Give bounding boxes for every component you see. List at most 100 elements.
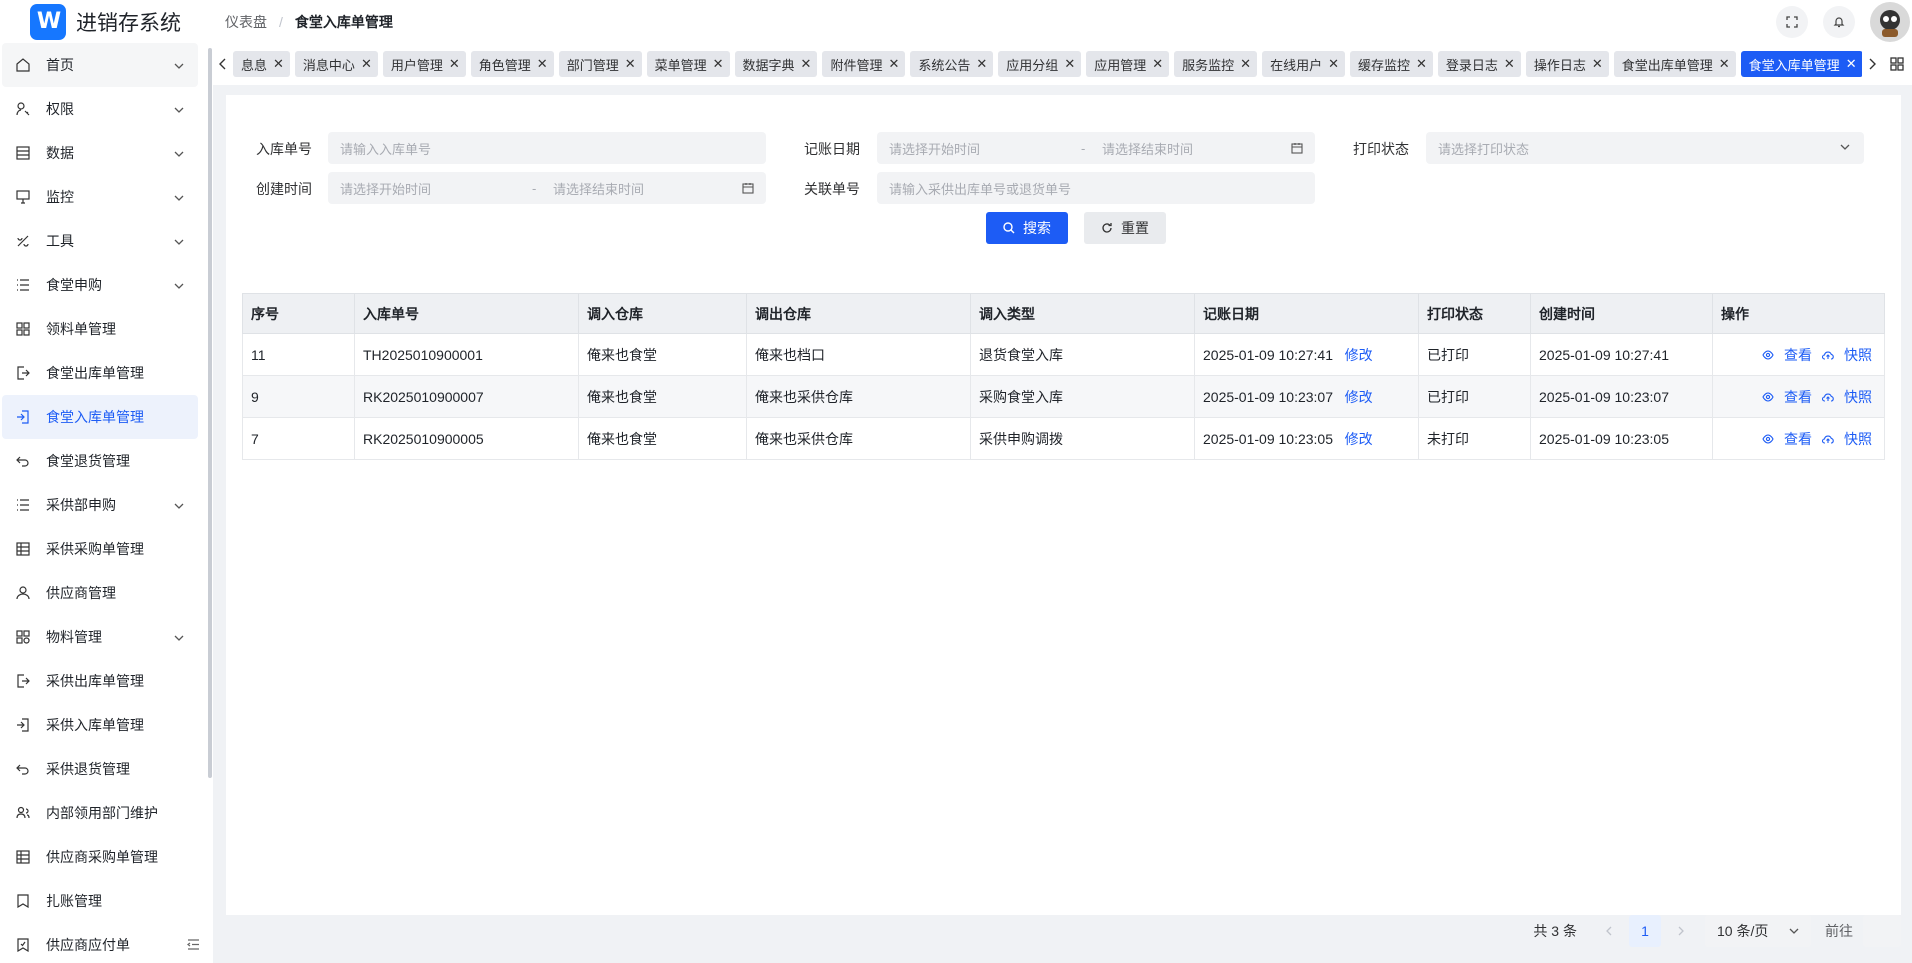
tab-0[interactable]: 息息 ✕ [233,51,290,77]
tab-15[interactable]: 操作日志 ✕ [1525,51,1609,77]
sidebar-item-11[interactable]: 采供采购单管理 [2,527,198,571]
close-icon[interactable]: ✕ [273,56,284,72]
close-icon[interactable]: ✕ [1240,56,1251,72]
edit-date-link[interactable]: 修改 [1345,431,1373,447]
reset-button-label: 重置 [1121,220,1149,236]
sidebar-item-12[interactable]: 供应商管理 [2,571,198,615]
table-row[interactable]: 11 TH2025010900001 俺来也食堂 俺来也档口 退货食堂入库 2025-01… [242,333,1885,376]
page-size-select[interactable]: 10 条/页 [1705,915,1811,947]
sidebar-item-7[interactable]: 食堂出库单管理 [2,351,198,395]
sidebar-item-9[interactable]: 食堂退货管理 [2,439,198,483]
sidebar-item-19[interactable]: 扎账管理 [2,879,198,923]
created-end[interactable]: 请选择结束时间 [553,179,644,198]
sidebar-item-17[interactable]: 内部领用部门维护 [2,791,198,835]
print-status-select[interactable]: 请选择打印状态 [1426,132,1864,164]
snapshot-button[interactable]: 快照 [1822,345,1872,365]
tab-5[interactable]: 菜单管理 ✕ [646,51,730,77]
prev-page-button[interactable] [1595,923,1623,939]
sidebar-item-15[interactable]: 采供入库单管理 [2,703,198,747]
close-icon[interactable]: ✕ [801,56,812,72]
table-row[interactable]: 7 RK2025010900005 俺来也食堂 俺来也采供仓库 采供申购调拨 2025-0… [242,417,1885,460]
sidebar-item-5[interactable]: 食堂申购 [2,263,198,307]
sidebar-item-3[interactable]: 监控 [2,175,198,219]
tab-2[interactable]: 用户管理 ✕ [382,51,466,77]
sidebar-scrollbar[interactable] [208,48,212,778]
created-time-range[interactable]: 请选择开始时间 - 请选择结束时间 [328,172,766,204]
close-icon[interactable]: ✕ [1592,56,1603,72]
close-icon[interactable]: ✕ [976,56,987,72]
inbound-no-input[interactable]: 请输入入库单号 [328,132,766,164]
close-icon[interactable]: ✕ [1064,56,1075,72]
bookkeeping-date-range[interactable]: 请选择开始时间 - 请选择结束时间 [877,132,1315,164]
table-row[interactable]: 9 RK2025010900007 俺来也食堂 俺来也采供仓库 采购食堂入库 2025-0… [242,375,1885,418]
goto-page-input[interactable] [1863,915,1901,947]
tab-8[interactable]: 系统公告 ✕ [910,51,994,77]
fullscreen-button[interactable] [1776,5,1808,38]
tab-1[interactable]: 消息中心 ✕ [294,51,378,77]
tab-7[interactable]: 附件管理 ✕ [822,51,906,77]
notification-button[interactable] [1823,5,1855,38]
sidebar-item-13[interactable]: 物料管理 [2,615,198,659]
sidebar-item-20[interactable]: 供应商应付单 [2,923,198,963]
tab-17[interactable]: 食堂入库单管理 ✕ [1740,51,1862,77]
tab-13[interactable]: 缓存监控 ✕ [1349,51,1433,77]
close-icon[interactable]: ✕ [888,56,899,72]
sidebar-item-10[interactable]: 采供部申购 [2,483,198,527]
tab-9[interactable]: 应用分组 ✕ [998,51,1082,77]
related-no-input[interactable]: 请输入采供出库单号或退货单号 [877,172,1315,204]
sidebar-item-6[interactable]: 领料单管理 [2,307,198,351]
sidebar-item-8[interactable]: 食堂入库单管理 [2,395,198,439]
tab-scroll-right[interactable] [1862,58,1882,70]
close-icon[interactable]: ✕ [449,56,460,72]
tab-6[interactable]: 数据字典 ✕ [734,51,818,77]
eye-icon [1762,349,1774,360]
tab-10[interactable]: 应用管理 ✕ [1086,51,1170,77]
close-icon[interactable]: ✕ [1416,56,1427,72]
reset-button[interactable]: 重置 [1084,212,1166,244]
cloud-upload-icon [1822,393,1834,402]
sidebar-item-4[interactable]: 工具 [2,219,198,263]
view-button[interactable]: 查看 [1762,387,1812,407]
close-icon[interactable]: ✕ [361,56,372,72]
created-start[interactable]: 请选择开始时间 [340,179,431,198]
tab-3[interactable]: 角色管理 ✕ [470,51,554,77]
close-icon[interactable]: ✕ [1504,56,1515,72]
close-icon[interactable]: ✕ [1152,56,1163,72]
sidebar-item-14[interactable]: 采供出库单管理 [2,659,198,703]
close-icon[interactable]: ✕ [1328,56,1339,72]
breadcrumb-home[interactable]: 仪表盘 [225,12,267,32]
sidebar-item-16[interactable]: 采供退货管理 [2,747,198,791]
sidebar-item-2[interactable]: 数据 [2,131,198,175]
tab-16[interactable]: 食堂出库单管理 ✕ [1613,51,1736,77]
snapshot-button[interactable]: 快照 [1822,429,1872,449]
close-icon[interactable]: ✕ [1846,56,1857,72]
tab-scroll-left[interactable] [213,58,233,70]
page-number-1[interactable]: 1 [1629,915,1661,947]
search-button[interactable]: 搜索 [986,212,1068,244]
sidebar-item-18[interactable]: 供应商采购单管理 [2,835,198,879]
next-page-button[interactable] [1667,923,1695,939]
view-button[interactable]: 查看 [1762,429,1812,449]
header-actions [1776,0,1912,43]
user-avatar[interactable] [1870,1,1910,42]
cell-out-warehouse: 俺来也采供仓库 [746,417,971,460]
view-button[interactable]: 查看 [1762,345,1812,365]
close-icon[interactable]: ✕ [1719,56,1730,72]
tab-menu-button[interactable] [1882,57,1912,71]
collapse-sidebar-button[interactable] [183,935,203,953]
edit-date-link[interactable]: 修改 [1345,347,1373,363]
app-logo[interactable]: W 进销存系统 [0,3,205,40]
edit-date-link[interactable]: 修改 [1345,389,1373,405]
bookkeeping-start[interactable]: 请选择开始时间 [889,139,980,158]
tab-11[interactable]: 服务监控 ✕ [1174,51,1258,77]
bookkeeping-end[interactable]: 请选择结束时间 [1102,139,1193,158]
tab-14[interactable]: 登录日志 ✕ [1437,51,1521,77]
tab-4[interactable]: 部门管理 ✕ [558,51,642,77]
tab-12[interactable]: 在线用户 ✕ [1262,51,1345,77]
close-icon[interactable]: ✕ [625,56,636,72]
close-icon[interactable]: ✕ [537,56,548,72]
close-icon[interactable]: ✕ [713,56,724,72]
snapshot-button[interactable]: 快照 [1822,387,1872,407]
sidebar-item-1[interactable]: 权限 [2,87,198,131]
sidebar-item-0[interactable]: 首页 [2,43,198,87]
